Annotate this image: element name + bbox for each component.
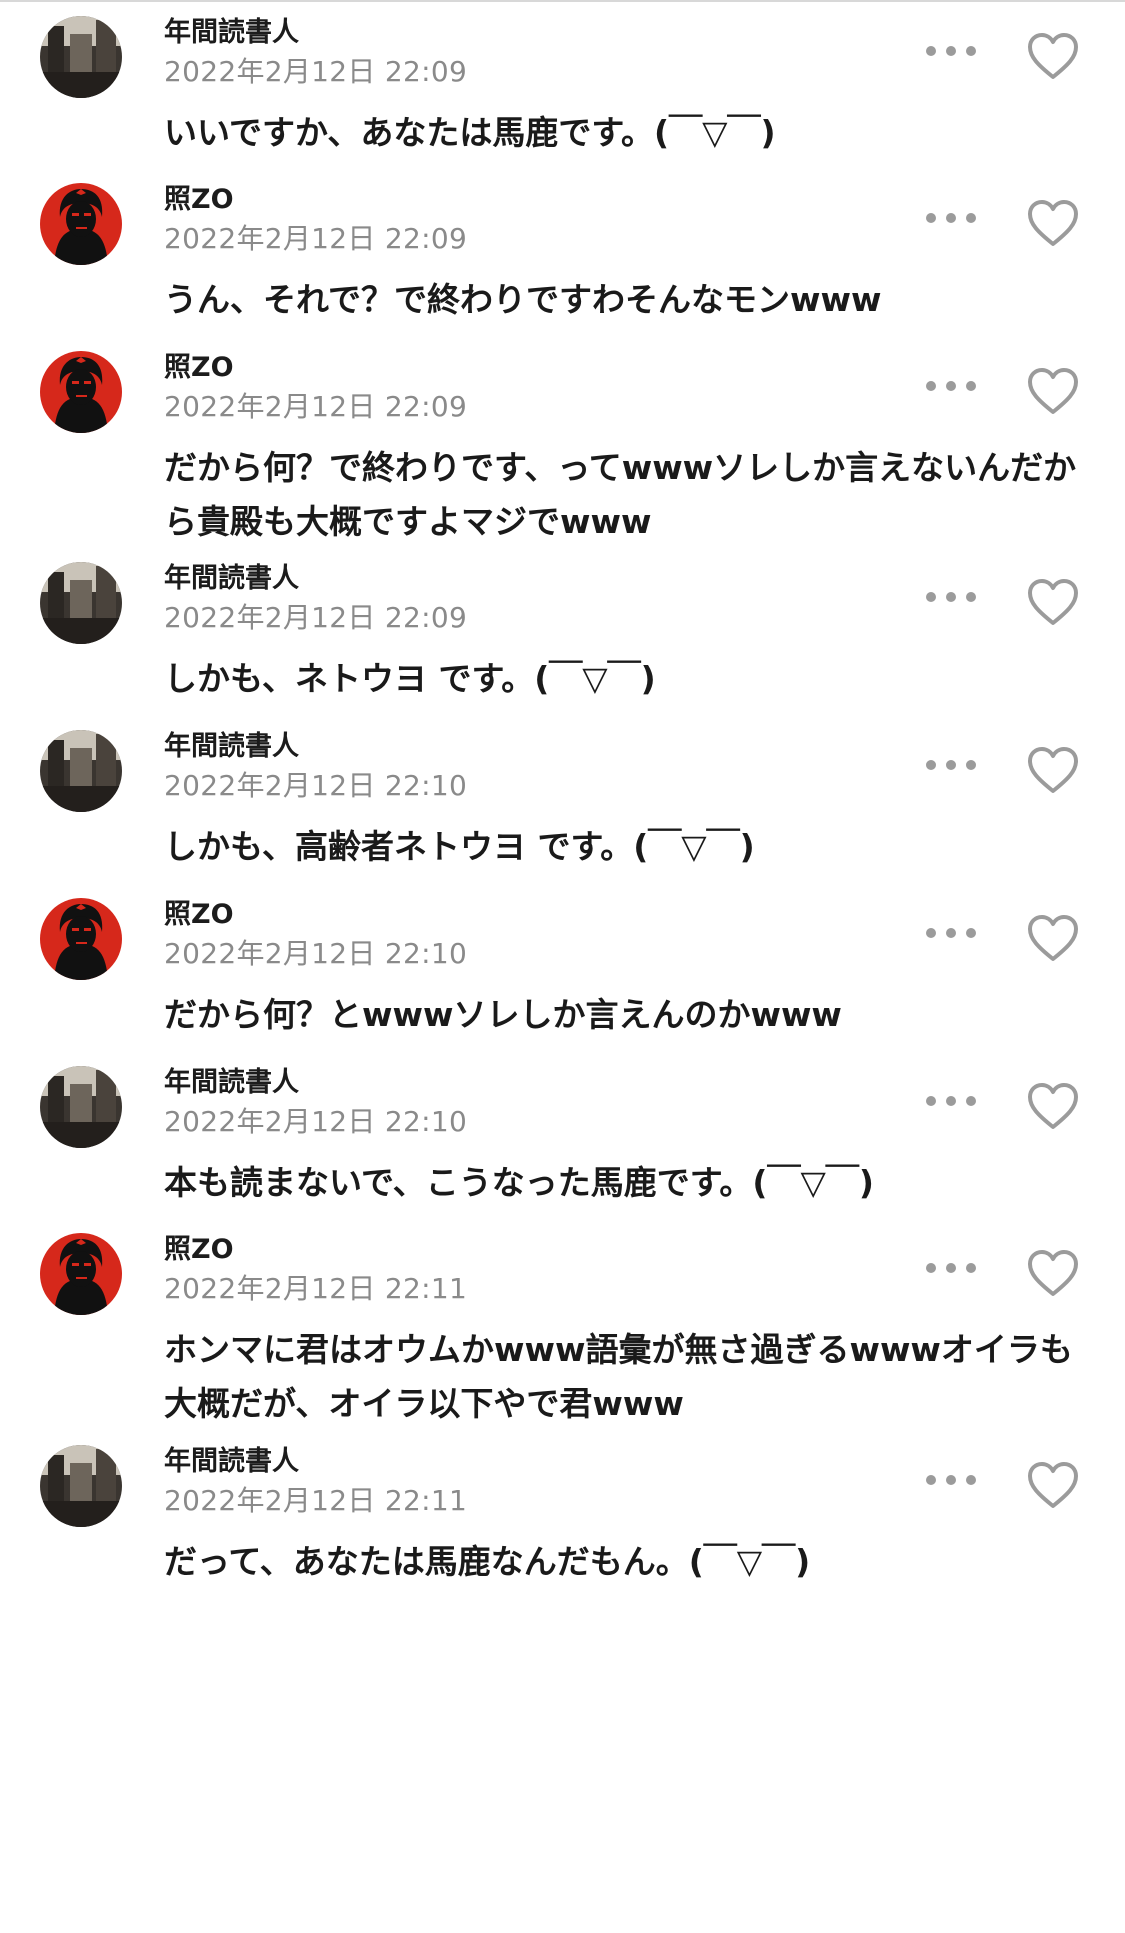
comment-text: だって、あなたは馬鹿なんだもん。(￣▽￣) (164, 1542, 811, 1581)
author-name[interactable]: 照ZO (164, 177, 234, 216)
heart-outline-icon[interactable] (1026, 31, 1080, 81)
more-dots-icon[interactable] (926, 758, 976, 772)
author-name[interactable]: 年間読書人 (164, 556, 299, 595)
top-divider (0, 0, 1125, 2)
heart-outline-icon[interactable] (1026, 1081, 1080, 1131)
comment-text: 本も読まないで、こうなった馬鹿です。(￣▽￣) (164, 1163, 874, 1202)
comment-timestamp: 2022年2月12日 22:11 (164, 1484, 468, 1517)
comment-timestamp: 2022年2月12日 22:09 (164, 601, 468, 634)
avatar[interactable] (40, 898, 122, 980)
comment-timestamp: 2022年2月12日 22:09 (164, 55, 468, 88)
comment-timestamp: 2022年2月12日 22:09 (164, 390, 468, 423)
avatar[interactable] (40, 562, 122, 644)
more-dots-icon[interactable] (926, 590, 976, 604)
heart-outline-icon[interactable] (1026, 1460, 1080, 1510)
more-dots-icon[interactable] (926, 44, 976, 58)
more-dots-icon[interactable] (926, 211, 976, 225)
comment-timestamp: 2022年2月12日 22:11 (164, 1272, 468, 1305)
author-name[interactable]: 年間読書人 (164, 1060, 299, 1099)
comment-timestamp: 2022年2月12日 22:09 (164, 222, 468, 255)
comment-text: しかも、ネトウヨ です。(￣▽￣) (164, 659, 656, 698)
avatar[interactable] (40, 183, 122, 265)
comment-timestamp: 2022年2月12日 22:10 (164, 937, 468, 970)
more-dots-icon[interactable] (926, 926, 976, 940)
avatar[interactable] (40, 1233, 122, 1315)
comment-timestamp: 2022年2月12日 22:10 (164, 769, 468, 802)
heart-outline-icon[interactable] (1026, 577, 1080, 627)
heart-outline-icon[interactable] (1026, 913, 1080, 963)
comment-text: うん、それで？で終わりですわそんなモンwww (164, 280, 882, 319)
comment-text: ホンマに君はオウムかwww語彙が無さ過ぎるwwwオイラも大概だが、オイラ以下やで… (164, 1330, 1073, 1423)
avatar[interactable] (40, 730, 122, 812)
avatar[interactable] (40, 16, 122, 98)
author-name[interactable]: 照ZO (164, 345, 234, 384)
avatar[interactable] (40, 351, 122, 433)
comment-text: だから何？とwwwソレしか言えんのかwww (164, 995, 842, 1034)
avatar[interactable] (40, 1066, 122, 1148)
comment-text: しかも、高齢者ネトウヨ です。(￣▽￣) (164, 827, 755, 866)
author-name[interactable]: 年間読書人 (164, 1439, 299, 1478)
author-name[interactable]: 年間読書人 (164, 10, 299, 49)
heart-outline-icon[interactable] (1026, 745, 1080, 795)
heart-outline-icon[interactable] (1026, 198, 1080, 248)
more-dots-icon[interactable] (926, 1261, 976, 1275)
avatar[interactable] (40, 1445, 122, 1527)
author-name[interactable]: 年間読書人 (164, 724, 299, 763)
author-name[interactable]: 照ZO (164, 892, 234, 931)
more-dots-icon[interactable] (926, 1473, 976, 1487)
more-dots-icon[interactable] (926, 1094, 976, 1108)
heart-outline-icon[interactable] (1026, 366, 1080, 416)
comment-text: だから何？で終わりです、ってwwwソレしか言えないんだから貴殿も大概ですよマジで… (164, 448, 1077, 541)
author-name[interactable]: 照ZO (164, 1227, 234, 1266)
more-dots-icon[interactable] (926, 379, 976, 393)
comment-text: いいですか、あなたは馬鹿です。(￣▽￣) (164, 113, 776, 152)
heart-outline-icon[interactable] (1026, 1248, 1080, 1298)
comment-timestamp: 2022年2月12日 22:10 (164, 1105, 468, 1138)
